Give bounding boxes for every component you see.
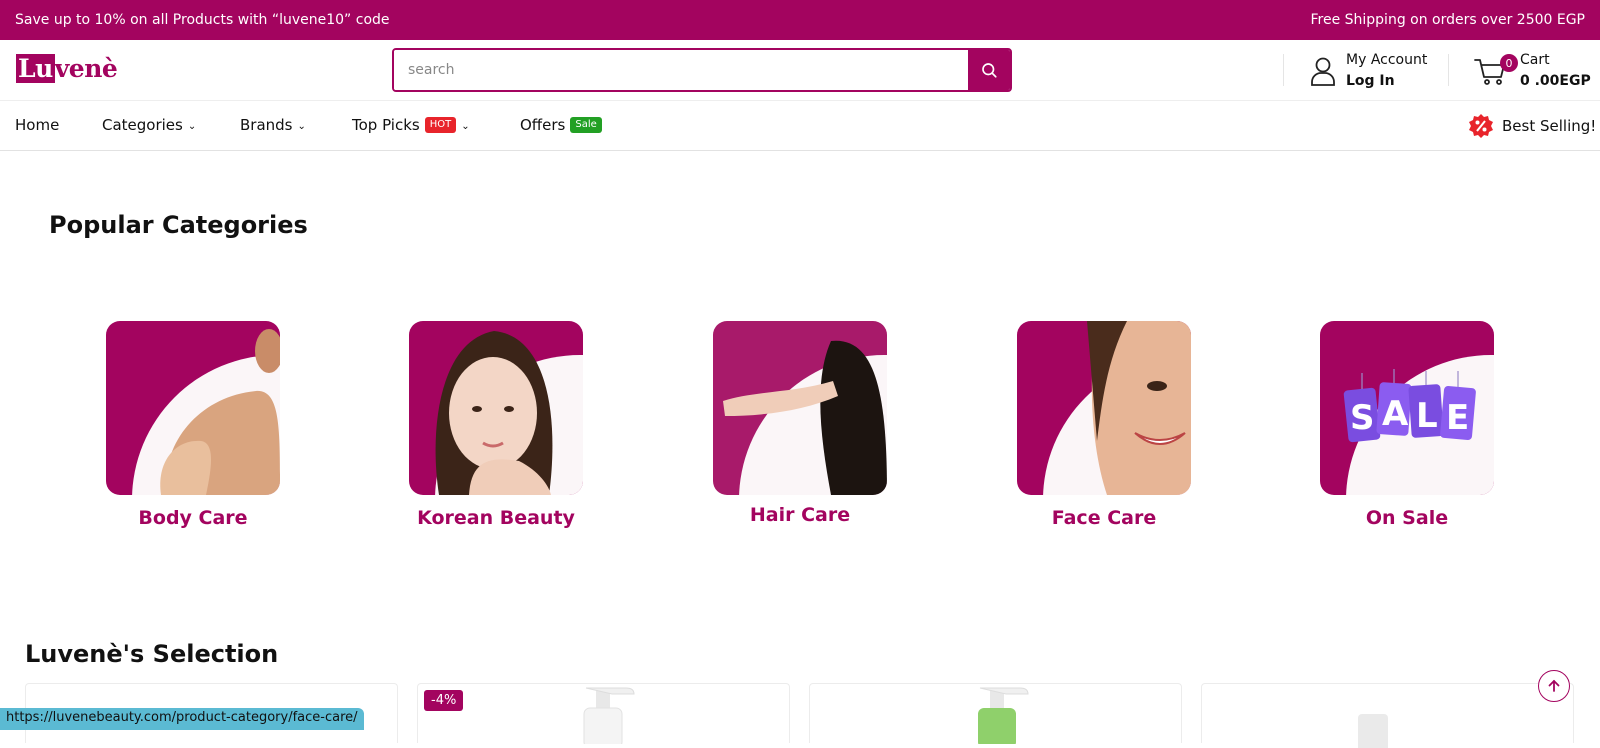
- nav-brands[interactable]: Brands ⌄: [240, 116, 306, 134]
- nav-best-selling[interactable]: Best Selling!: [1468, 113, 1596, 139]
- category-korean-beauty[interactable]: Korean Beauty: [409, 321, 583, 529]
- chevron-down-icon: ⌄: [187, 120, 197, 132]
- log-in-link[interactable]: Log In: [1346, 71, 1427, 92]
- product-card[interactable]: [417, 683, 790, 744]
- category-face-care[interactable]: Face Care: [1017, 321, 1191, 529]
- cart-count-badge: 0: [1500, 54, 1518, 72]
- nav-home[interactable]: Home: [15, 116, 59, 134]
- account-link[interactable]: My Account Log In: [1310, 50, 1427, 92]
- cart-label: Cart: [1520, 52, 1550, 68]
- popular-categories-title: Popular Categories: [49, 211, 308, 239]
- cart-link[interactable]: 0 Cart 0 .00EGP: [1474, 50, 1591, 92]
- percent-badge-icon: [1469, 114, 1493, 138]
- korean-beauty-image[interactable]: [409, 321, 583, 495]
- cart-total: 0 .00EGP: [1520, 73, 1591, 89]
- sale-tags-image[interactable]: SALE: [1320, 321, 1494, 495]
- product-card[interactable]: [809, 683, 1182, 744]
- promo-bar: Save up to 10% on all Products with “luv…: [0, 0, 1600, 40]
- search-icon: [982, 63, 997, 78]
- category-body-care[interactable]: Body Care: [106, 321, 280, 529]
- nav-top-picks[interactable]: Top Picks HOT ⌄: [352, 116, 470, 134]
- search-input[interactable]: [394, 50, 968, 90]
- category-label: Hair Care: [749, 504, 851, 526]
- header-divider: [1283, 54, 1284, 86]
- category-label: Face Care: [1051, 507, 1157, 529]
- scroll-to-top-button[interactable]: [1538, 670, 1570, 702]
- site-logo[interactable]: Luvenè: [16, 54, 118, 83]
- category-hair-care[interactable]: Hair Care: [713, 321, 887, 526]
- hair-care-image[interactable]: [713, 321, 887, 495]
- my-account-label: My Account: [1346, 52, 1428, 68]
- header-divider: [1448, 54, 1449, 86]
- product-card[interactable]: [1201, 683, 1574, 748]
- selection-title: Luvenè's Selection: [25, 640, 279, 668]
- status-url-bar: https://luvenebeauty.com/product-categor…: [0, 708, 364, 730]
- main-nav: Home Categories ⌄ Brands ⌄ Top Picks HOT…: [0, 101, 1600, 151]
- site-header: Luvenè My Account Log In 0 Cart: [0, 40, 1600, 101]
- search-button[interactable]: [968, 50, 1010, 90]
- category-on-sale[interactable]: SALE On Sale: [1320, 321, 1494, 529]
- chevron-down-icon: ⌄: [461, 120, 470, 132]
- free-shipping-text: Free Shipping on orders over 2500 EGP: [1310, 12, 1585, 28]
- search-bar: [392, 48, 1012, 92]
- category-label: On Sale: [1365, 507, 1449, 529]
- svg-text:L: L: [1416, 396, 1438, 436]
- nav-offers[interactable]: Offers Sale: [520, 116, 602, 134]
- svg-text:E: E: [1446, 398, 1469, 438]
- hot-badge: HOT: [424, 117, 457, 133]
- arrow-up-icon: [1548, 679, 1560, 692]
- promo-code-text: Save up to 10% on all Products with “luv…: [15, 12, 390, 28]
- svg-text:A: A: [1382, 394, 1409, 434]
- body-care-image[interactable]: [106, 321, 280, 495]
- category-label: Body Care: [138, 507, 248, 529]
- face-care-image[interactable]: [1017, 321, 1191, 495]
- user-icon: [1311, 57, 1335, 86]
- nav-categories[interactable]: Categories ⌄: [102, 116, 196, 134]
- category-label: Korean Beauty: [417, 507, 575, 529]
- discount-badge: -4%: [424, 690, 464, 711]
- chevron-down-icon: ⌄: [297, 120, 306, 132]
- svg-text:S: S: [1350, 398, 1375, 438]
- sale-badge: Sale: [570, 117, 602, 133]
